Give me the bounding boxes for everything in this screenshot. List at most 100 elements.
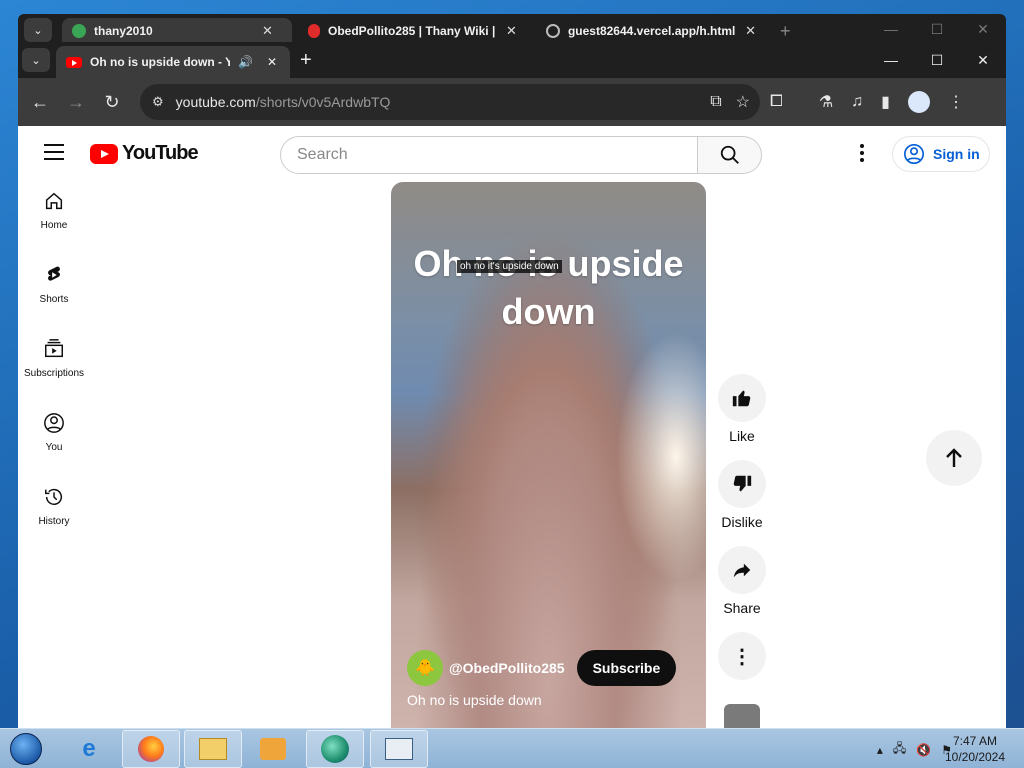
bookmark-star-icon[interactable]: ☆ (736, 92, 750, 112)
side-panel-icon[interactable]: ▮ (881, 92, 890, 112)
close-window-button[interactable]: ✕ (960, 14, 1006, 44)
close-icon[interactable]: ✕ (262, 23, 273, 39)
youtube-play-icon (90, 143, 118, 164)
tab-search-button[interactable]: ⌄ (22, 48, 50, 72)
install-app-icon[interactable]: ⧉ (710, 93, 721, 111)
youtube-logo[interactable]: YouTube (90, 142, 199, 165)
speaker-icon[interactable]: 🔊 (238, 55, 253, 69)
back-arrow-icon[interactable]: ← (22, 84, 58, 120)
subscriptions-icon (45, 339, 63, 358)
you-icon (44, 413, 64, 433)
tab-search-button[interactable]: ⌄ (24, 18, 52, 42)
show-hidden-icons-icon[interactable]: ▴ (877, 743, 883, 757)
back-tab-thany2010[interactable]: thany2010 ✕ (62, 18, 292, 44)
clock-date: 10/20/2024 (944, 750, 1006, 764)
next-short-button[interactable] (926, 430, 982, 486)
share-arrow-icon (733, 563, 751, 578)
video-caption: oh no it's upside down (457, 260, 562, 273)
new-tab-button[interactable]: + (770, 18, 800, 44)
tab-title: Oh no is upside down - Yo (90, 55, 230, 69)
forward-arrow-icon[interactable]: → (58, 84, 94, 120)
media-controls-icon[interactable]: ♫ (851, 93, 863, 111)
media-player-icon[interactable] (244, 730, 302, 768)
file-explorer-icon[interactable] (184, 730, 242, 768)
thumbs-down-icon (733, 475, 752, 492)
maximize-button[interactable]: ☐ (914, 42, 960, 78)
shorts-icon (48, 266, 60, 281)
back-tab-vercel[interactable]: guest82644.vercel.app/h.html ✕ (536, 18, 766, 44)
toolbar: ← → ↻ ⚙ youtube.com/shorts/v0v5ArdwbTQ ⧉… (18, 78, 1006, 126)
channel-avatar[interactable]: 🐥 (407, 650, 443, 686)
menu-icon[interactable] (44, 144, 64, 160)
minimize-button[interactable]: — (868, 42, 914, 78)
reload-icon[interactable]: ↻ (94, 84, 130, 120)
start-button[interactable] (6, 731, 46, 767)
more-vertical-icon: ⋮ (732, 645, 752, 668)
title-bar: ⌄ Oh no is upside down - Yo 🔊 ✕ + — ☐ ✕ (18, 42, 1006, 78)
browser-window: ⌄ Oh no is upside down - Yo 🔊 ✕ + — ☐ ✕ … (18, 42, 1006, 728)
address-bar[interactable]: ⚙ youtube.com/shorts/v0v5ArdwbTQ ⧉ ☆ (140, 84, 760, 120)
more-actions-button[interactable]: ⋮ (718, 632, 766, 680)
channel-row: 🐥 @ObedPollito285 Subscribe (407, 650, 677, 686)
search-button[interactable] (698, 136, 762, 174)
back-tab-title: ObedPollito285 | Thany Wiki | (328, 24, 496, 38)
network-icon[interactable]: 🖧 (893, 739, 906, 760)
sidebar: Home Shorts Subscriptions You History (18, 182, 90, 552)
youtube-page: YouTube Search Sign in Home Shorts Subsc… (18, 126, 1006, 728)
arrow-up-icon (946, 448, 962, 467)
minimize-button[interactable]: — (868, 14, 914, 44)
maximize-button[interactable]: ☐ (914, 14, 960, 44)
sign-in-button[interactable]: Sign in (892, 136, 990, 172)
thumbs-up-icon (732, 390, 751, 407)
tab-favicon-icon (308, 24, 320, 38)
close-window-button[interactable]: ✕ (960, 42, 1006, 78)
search-input[interactable]: Search (280, 136, 698, 174)
site-info-icon[interactable]: ⚙ (152, 94, 164, 110)
sidebar-item-subscriptions[interactable]: Subscriptions (18, 330, 90, 404)
active-tab[interactable]: Oh no is upside down - Yo 🔊 ✕ (56, 46, 290, 78)
video-overlay-title: Oh no is upside down (413, 243, 684, 332)
firefox-icon[interactable] (122, 730, 180, 768)
labs-flask-icon[interactable]: ⚗ (819, 92, 833, 112)
home-icon (45, 192, 63, 210)
shorts-video-player[interactable]: Oh no is upside down oh no it's upside d… (391, 182, 706, 728)
settings-more-icon[interactable] (852, 144, 872, 164)
video-description[interactable]: Oh no is upside down (407, 692, 542, 708)
close-icon[interactable]: ✕ (506, 23, 517, 39)
extensions-icon[interactable]: ⧠ (770, 93, 783, 111)
windows-taskbar: e ▴ 🖧 🔇 ⚑ 7:47 AM 10/20/2024 (0, 728, 1024, 768)
search-icon (720, 145, 739, 164)
sidebar-item-you[interactable]: You (18, 404, 90, 478)
subscribe-button[interactable]: Subscribe (576, 650, 677, 686)
volume-muted-icon[interactable]: 🔇 (916, 743, 931, 757)
back-tab-title: guest82644.vercel.app/h.html (567, 24, 736, 38)
share-button[interactable]: Share (718, 546, 766, 616)
sound-remix-thumbnail[interactable] (724, 704, 760, 728)
tab-favicon-icon (72, 24, 86, 38)
background-browser-window[interactable]: ⌄ thany2010 ✕ ObedPollito285 | Thany Wik… (18, 14, 1006, 44)
sidebar-item-shorts[interactable]: Shorts (18, 256, 90, 330)
close-icon[interactable]: ✕ (267, 55, 277, 69)
profile-avatar-icon[interactable] (907, 91, 930, 113)
sidebar-item-history[interactable]: History (18, 478, 90, 552)
internet-explorer-icon[interactable]: e (60, 730, 118, 768)
browser-taskbar-icon[interactable] (306, 730, 364, 768)
window-app-icon[interactable] (370, 730, 428, 768)
youtube-favicon-icon (66, 56, 82, 68)
sidebar-item-home[interactable]: Home (18, 182, 90, 256)
system-clock[interactable]: 7:47 AM 10/20/2024 (944, 733, 1006, 765)
account-circle-icon (904, 144, 924, 164)
channel-name[interactable]: @ObedPollito285 (449, 660, 565, 676)
system-tray: ▴ 🖧 🔇 ⚑ (877, 739, 952, 760)
like-button[interactable]: Like (718, 374, 766, 444)
close-icon[interactable]: ✕ (745, 23, 756, 39)
shorts-actions: Like Dislike Share ⋮ (718, 374, 766, 696)
history-icon (45, 488, 63, 505)
back-tab-title: thany2010 (94, 24, 153, 38)
dislike-button[interactable]: Dislike (718, 460, 766, 530)
new-tab-button[interactable]: + (300, 50, 312, 70)
back-tab-thany-wiki[interactable]: ObedPollito285 | Thany Wiki | ✕ (298, 18, 528, 44)
windows-logo-icon (10, 733, 42, 765)
clock-time: 7:47 AM (952, 734, 998, 748)
browser-menu-icon[interactable]: ⋮ (948, 92, 964, 112)
